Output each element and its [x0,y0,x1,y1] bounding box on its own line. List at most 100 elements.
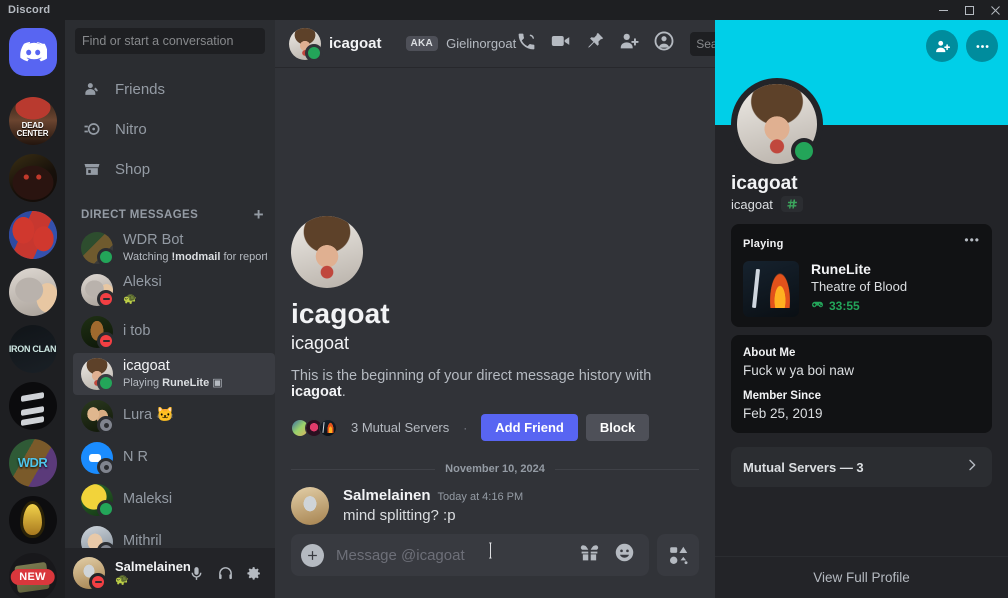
avatar [81,400,115,434]
server-list[interactable]: DEAD CENTER IRON CLAN WDR NEW [8,97,57,598]
text-cursor-icon [488,541,492,559]
current-user-name[interactable]: Salmelainen [115,559,191,575]
profile-banner [715,20,1008,170]
server-avatar-text: WDR [17,455,48,471]
start-voice-call-icon[interactable] [516,31,537,57]
message-list[interactable]: icagoat icagoat This is the beginning of… [275,67,715,534]
block-button[interactable]: Block [585,414,650,441]
sidebar-item-friends[interactable]: Friends [73,70,275,108]
avatar [81,526,115,548]
server-icon[interactable]: DEAD CENTER [8,97,57,145]
user-panel: Salmelainen 🐢 [65,548,275,598]
server-icon[interactable] [8,268,57,316]
mute-microphone-button[interactable] [184,558,210,588]
dm-list-item[interactable]: Lura 🐱 [73,395,275,437]
add-friend-icon[interactable] [926,30,958,62]
date-divider-line [291,468,436,470]
find-conversation-input[interactable]: Find or start a conversation [75,28,265,54]
dm-list-item-subtitle: Watching !modmail for reports [123,250,267,263]
dm-list-item[interactable]: i tob [73,311,275,353]
server-icon[interactable] [8,211,57,259]
date-divider: November 10, 2024 [291,463,700,475]
user-settings-button[interactable] [241,558,267,588]
new-badge: NEW [10,569,55,585]
server-icon[interactable]: IRON CLAN [8,325,57,373]
upload-file-icon[interactable] [301,543,324,567]
message-input[interactable]: Message @icagoat [291,534,649,576]
dm-list-item[interactable]: Maleksi [73,479,275,521]
gift-icon[interactable] [579,542,600,568]
avatar [81,274,115,308]
sidebar-item-shop[interactable]: Shop [73,150,275,188]
dm-list-item-name: Maleksi [123,491,173,508]
dm-intro-avatar[interactable] [291,216,363,288]
dm-intro-text-name: icagoat [291,384,342,400]
maximize-button[interactable] [956,0,982,20]
server-icon[interactable] [8,496,57,544]
mutual-servers-count[interactable]: 3 Mutual Servers [351,420,449,435]
status-badge [97,374,115,392]
user-profile-panel: icagoat icagoat Playing ••• RuneLite The… [715,20,1008,598]
dm-list-item-name: WDR Bot [123,232,184,249]
server-icon[interactable]: NEW [8,553,57,598]
server-icon[interactable] [8,154,57,202]
discord-window: Discord DEAD CENTER IRON CLAN WDR NEW Fi… [0,0,1008,598]
deafen-button[interactable] [212,558,238,588]
dm-list-item[interactable]: Aleksi 🐢 [73,269,275,311]
minimize-button[interactable] [930,0,956,20]
dm-list-scroll[interactable]: Friends Nitro Shop DIRECT MESSAGES + WDR… [65,62,275,548]
more-options-icon[interactable] [966,30,998,62]
title-bar: Discord [0,0,1008,20]
pinned-messages-icon[interactable] [585,31,605,56]
dm-list-item[interactable]: icagoat Playing RuneLite ▣ [73,353,275,395]
message-author-avatar[interactable] [291,487,329,525]
friends-icon [81,78,103,100]
home-button[interactable] [8,28,57,76]
view-full-profile-button[interactable]: View Full Profile [813,570,910,585]
profile-handle-row: icagoat [731,196,992,212]
server-avatar [8,211,57,259]
dm-list-item[interactable]: Mithril [73,521,275,548]
add-friend-button[interactable]: Add Friend [481,414,578,441]
aka-name: Gielinorgoat [446,36,517,51]
activity-card: Playing ••• RuneLite Theatre of Blood 33… [731,224,992,327]
dm-list-item[interactable]: N R [73,437,275,479]
mutual-server-icon [319,418,337,437]
dm-intro-text-pre: This is the beginning of your direct mes… [291,368,652,384]
add-dm-button[interactable]: + [254,206,267,223]
message-author-name[interactable]: Salmelainen [343,487,431,504]
dm-search-area: Find or start a conversation [65,20,275,62]
profile-tag-badge[interactable] [780,196,803,212]
server-avatar-text: IRON CLAN [8,343,57,354]
activity-detail: Theatre of Blood [811,279,908,294]
apps-button[interactable] [657,534,699,576]
chat-header: icagoat AKA Gielinorgoat [275,20,883,67]
shop-icon [81,158,103,180]
close-button[interactable] [982,0,1008,20]
profile-info-card: About Me Fuck w ya boi naw Member Since … [731,335,992,433]
date-divider-label: November 10, 2024 [445,463,545,475]
server-avatar-text: DEAD CENTER [16,120,49,139]
profile-footer: View Full Profile [715,556,1008,598]
user-profile-icon[interactable] [653,30,675,57]
mutual-servers-row[interactable]: Mutual Servers — 3 [731,447,992,487]
dm-conversation-list[interactable]: WDR BotWatching !modmail for reportsAlek… [73,227,275,548]
dm-list-item-name: Mithril [123,533,162,548]
dm-intro-actions: 3 Mutual Servers · Add Friend Block [291,414,699,441]
server-icon[interactable] [8,382,57,430]
about-me-value: Fuck w ya boi naw [743,363,855,378]
sidebar-item-nitro[interactable]: Nitro [73,110,275,148]
dm-list-item-subtitle: 🐢 [123,292,137,305]
server-rail[interactable]: DEAD CENTER IRON CLAN WDR NEW [0,20,65,598]
avatar [81,358,115,392]
dm-intro-description: This is the beginning of your direct mes… [291,368,699,400]
add-friends-to-dm-icon[interactable] [618,30,640,57]
avatar[interactable] [73,557,107,591]
discord-logo-icon [8,28,57,76]
start-video-call-icon[interactable] [550,30,572,57]
activity-more-icon[interactable]: ••• [964,234,980,246]
emoji-icon[interactable] [614,542,635,568]
message-item[interactable]: Salmelainen Today at 4:16 PM mind splitt… [291,485,699,534]
dm-list-item[interactable]: WDR BotWatching !modmail for reports [73,227,275,269]
server-icon[interactable]: WDR [8,439,57,487]
